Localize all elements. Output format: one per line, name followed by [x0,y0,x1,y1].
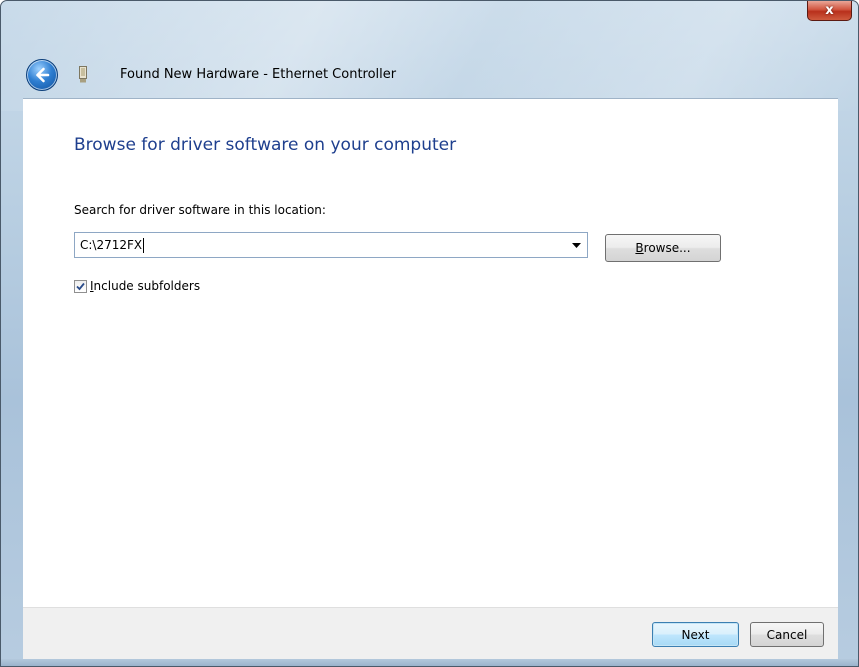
wizard-window: x Found New Hardware - Ethernet Controll… [0,0,859,667]
text-caret [143,238,145,253]
include-subfolders-label: Include subfolders [90,279,200,293]
window-title: Found New Hardware - Ethernet Controller [120,67,397,82]
back-button[interactable] [26,59,58,91]
browse-button[interactable]: Browse... [605,234,721,262]
next-button[interactable]: Next [652,622,739,647]
cancel-button[interactable]: Cancel [750,622,824,647]
hardware-device-icon [79,66,87,83]
back-arrow-icon [36,67,50,83]
checkmark-icon [76,282,85,290]
include-subfolders-text: nclude subfolders [93,279,201,293]
include-subfolders-checkbox[interactable] [74,279,87,293]
close-icon: x [825,3,834,18]
include-subfolders-row[interactable]: Include subfolders [74,279,200,293]
location-input[interactable]: C:\2712FX [75,233,565,257]
browse-button-accel: B [635,241,644,255]
page-title: Browse for driver software on your compu… [74,135,457,155]
browse-button-label: rowse... [643,241,691,255]
dropdown-button[interactable] [568,237,584,253]
wizard-content: Browse for driver software on your compu… [23,98,838,608]
window-bottom-frame [1,659,858,666]
close-button[interactable]: x [807,1,852,21]
chevron-down-icon [571,242,581,248]
location-label: Search for driver software in this locat… [74,203,326,217]
location-input-value: C:\2712FX [80,238,143,252]
location-combobox[interactable]: C:\2712FX [74,232,588,258]
wizard-footer: Next Cancel [23,607,838,660]
wizard-header: Found New Hardware - Ethernet Controller [22,53,837,97]
